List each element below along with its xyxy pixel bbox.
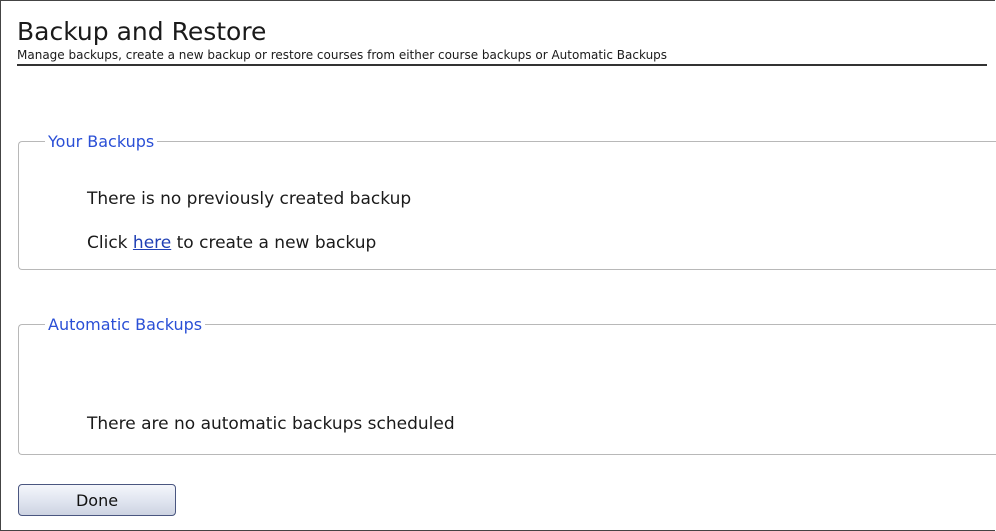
your-backups-legend: Your Backups bbox=[48, 132, 155, 151]
create-backup-suffix: to create a new backup bbox=[171, 233, 377, 253]
done-button[interactable]: Done bbox=[18, 484, 176, 516]
automatic-backups-group: Automatic Backups There are no automatic… bbox=[18, 315, 996, 455]
page-subtitle: Manage backups, create a new backup or r… bbox=[17, 47, 987, 66]
no-backup-message: There is no previously created backup bbox=[87, 189, 412, 209]
create-backup-prefix: Click bbox=[87, 233, 133, 253]
page-header: Backup and Restore Manage backups, creat… bbox=[17, 17, 996, 66]
automatic-backups-legend: Automatic Backups bbox=[48, 315, 203, 334]
no-automatic-backups-message: There are no automatic backups scheduled bbox=[87, 414, 455, 434]
create-backup-link[interactable]: here bbox=[133, 233, 171, 253]
create-backup-line: Click here to create a new backup bbox=[87, 233, 376, 253]
page-title: Backup and Restore bbox=[17, 17, 267, 46]
your-backups-group: Your Backups There is no previously crea… bbox=[18, 132, 996, 270]
